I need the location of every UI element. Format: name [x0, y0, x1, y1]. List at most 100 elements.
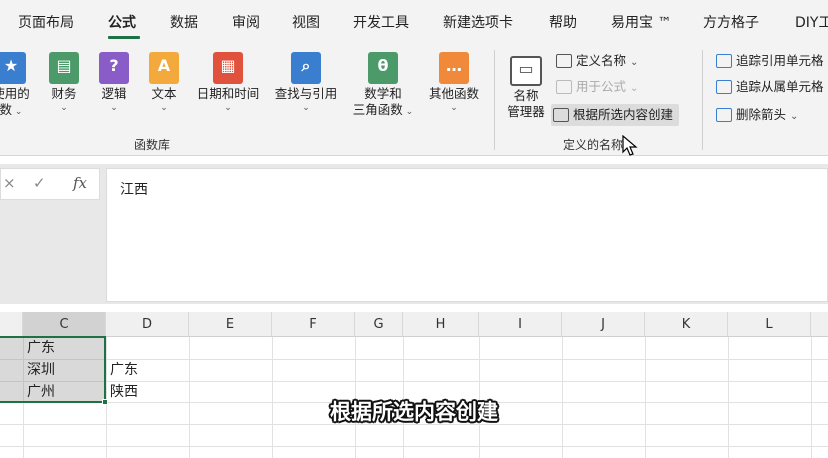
video-subtitle: 根据所选内容创建 [330, 400, 498, 424]
search-book-icon: ⌕ [291, 52, 321, 84]
more-functions-button[interactable]: … 其他函数 ⌄ [424, 52, 484, 114]
chevron-down-icon: ⌄ [402, 107, 414, 117]
column-header-g[interactable]: G [355, 312, 403, 337]
more-functions-label: 其他函数 [428, 86, 479, 101]
tab-help[interactable]: 帮助 [549, 12, 577, 32]
tab-diy[interactable]: DIY工 [795, 12, 828, 32]
enter-icon[interactable]: ✓ [33, 174, 46, 192]
mouse-pointer-icon [622, 135, 638, 156]
column-header-d[interactable]: D [106, 312, 189, 337]
column-header-e[interactable]: E [189, 312, 272, 337]
cell-d2[interactable]: 广东 [106, 359, 189, 381]
cell-c1[interactable]: 广东 [23, 337, 106, 359]
money-icon: ▤ [49, 52, 79, 84]
trace-dependents-label: 追踪从属单元格 [736, 79, 824, 94]
tab-formulas[interactable]: 公式 [108, 12, 136, 32]
tab-new[interactable]: 新建选项卡 [443, 12, 513, 32]
cell-c2[interactable]: 深圳 [23, 359, 106, 381]
date-time-button[interactable]: ▦ 日期和时间 ⌄ [192, 52, 264, 114]
column-header-c[interactable]: C [23, 312, 106, 337]
name-manager-button[interactable]: ▭ 名称 管理器 [503, 56, 549, 120]
trace-dependents-icon [716, 80, 732, 94]
create-from-selection-button[interactable]: 根据所选内容创建 [551, 104, 680, 126]
chevron-down-icon: ⌄ [790, 111, 799, 122]
column-header-f[interactable]: F [272, 312, 355, 337]
formula-controls: × ✓ fx [0, 168, 100, 200]
grid-line [0, 446, 828, 447]
name-tag-icon: ▭ [510, 56, 542, 86]
formula-input[interactable]: 江西 [106, 168, 828, 302]
math-trig-label2: 三角函数 [352, 102, 403, 117]
chevron-down-icon: ⌄ [630, 83, 639, 94]
chevron-down-icon: ⌄ [224, 103, 232, 113]
ribbon: ★ 使用的 数 ⌄ ▤ 财务 ⌄ ? 逻辑 ⌄ A 文本 ⌄ ▦ 日期和时间 ⌄… [0, 44, 828, 156]
tab-data[interactable]: 数据 [170, 12, 198, 32]
name-manager-label2: 管理器 [507, 104, 545, 119]
text-A-icon: A [149, 52, 179, 84]
remove-arrows-button[interactable]: 删除箭头 ⌄ [714, 104, 798, 126]
define-name-label: 定义名称 [576, 53, 627, 68]
tab-developer[interactable]: 开发工具 [353, 12, 409, 32]
column-header-m[interactable] [811, 312, 828, 337]
use-in-formula-button[interactable]: 用于公式 ⌄ [554, 76, 638, 98]
financial-button[interactable]: ▤ 财务 ⌄ [44, 52, 84, 114]
trace-dependents-button[interactable]: 追踪从属单元格 [714, 76, 824, 98]
trace-precedents-label: 追踪引用单元格 [736, 53, 824, 68]
math-trig-label1: 数学和 [364, 86, 402, 101]
create-from-selection-label: 根据所选内容创建 [573, 107, 674, 122]
define-name-button[interactable]: 定义名称 ⌄ [554, 50, 638, 72]
chevron-down-icon: ⌄ [450, 103, 458, 113]
chevron-down-icon: ⌄ [302, 103, 310, 113]
fx-icon [556, 80, 572, 94]
lookup-reference-button[interactable]: ⌕ 查找与引用 ⌄ [270, 52, 342, 114]
date-time-label: 日期和时间 [196, 86, 260, 101]
chevron-down-icon: ⌄ [60, 103, 68, 113]
recently-used-label1: 使用的 [0, 86, 30, 101]
column-header-b[interactable] [0, 312, 23, 337]
financial-label: 财务 [51, 86, 77, 101]
formula-content: 江西 [120, 182, 148, 198]
recently-used-label2: 数 [0, 102, 13, 117]
function-library-group-label: 函数库 [134, 138, 171, 152]
math-trig-button[interactable]: θ 数学和 三角函数 ⌄ [348, 52, 418, 118]
formula-bar: × ✓ fx 江西 [0, 164, 828, 304]
star-icon: ★ [0, 52, 26, 84]
define-name-icon [556, 54, 572, 68]
column-header-j[interactable]: J [562, 312, 645, 337]
trace-precedents-button[interactable]: 追踪引用单元格 [714, 50, 824, 72]
group-separator [494, 50, 495, 150]
calendar-icon: ▦ [213, 52, 243, 84]
chevron-down-icon: ⌄ [630, 57, 639, 68]
name-manager-label1: 名称 [513, 88, 539, 103]
tab-yiyongbao[interactable]: 易用宝 ™ [611, 12, 671, 32]
column-header-k[interactable]: K [645, 312, 728, 337]
theta-icon: θ [368, 52, 398, 84]
defined-names-group-label: 定义的名称 [563, 138, 624, 152]
insert-function-icon[interactable]: fx [73, 174, 87, 192]
group-separator [702, 50, 703, 150]
chevron-down-icon: ⌄ [12, 107, 23, 117]
trace-precedents-icon [716, 54, 732, 68]
active-tab-indicator [108, 36, 140, 39]
lookup-reference-label: 查找与引用 [274, 86, 338, 101]
column-header-l[interactable]: L [728, 312, 811, 337]
worksheet-grid: C D E F G H I J K L 广东 深圳 广州 广东 陕西 [0, 304, 828, 458]
column-header-i[interactable]: I [479, 312, 562, 337]
tab-review[interactable]: 审阅 [232, 12, 260, 32]
chevron-down-icon: ⌄ [160, 103, 168, 113]
create-from-selection-icon [553, 108, 569, 122]
dots-book-icon: … [439, 52, 469, 84]
remove-arrows-label: 删除箭头 [736, 107, 787, 122]
tab-page-layout[interactable]: 页面布局 [18, 12, 74, 32]
text-button[interactable]: A 文本 ⌄ [146, 52, 182, 114]
ribbon-tabs: 页面布局 公式 数据 审阅 视图 开发工具 新建选项卡 帮助 易用宝 ™ 方方格… [0, 0, 828, 44]
tab-view[interactable]: 视图 [292, 12, 320, 32]
column-header-h[interactable]: H [403, 312, 479, 337]
tab-fangfang[interactable]: 方方格子 [703, 12, 759, 32]
chevron-down-icon: ⌄ [110, 103, 118, 113]
use-in-formula-label: 用于公式 [576, 79, 627, 94]
cancel-icon[interactable]: × [3, 174, 16, 192]
logical-button[interactable]: ? 逻辑 ⌄ [96, 52, 132, 114]
question-icon: ? [99, 52, 129, 84]
recently-used-button[interactable]: ★ 使用的 数 ⌄ [0, 52, 36, 118]
